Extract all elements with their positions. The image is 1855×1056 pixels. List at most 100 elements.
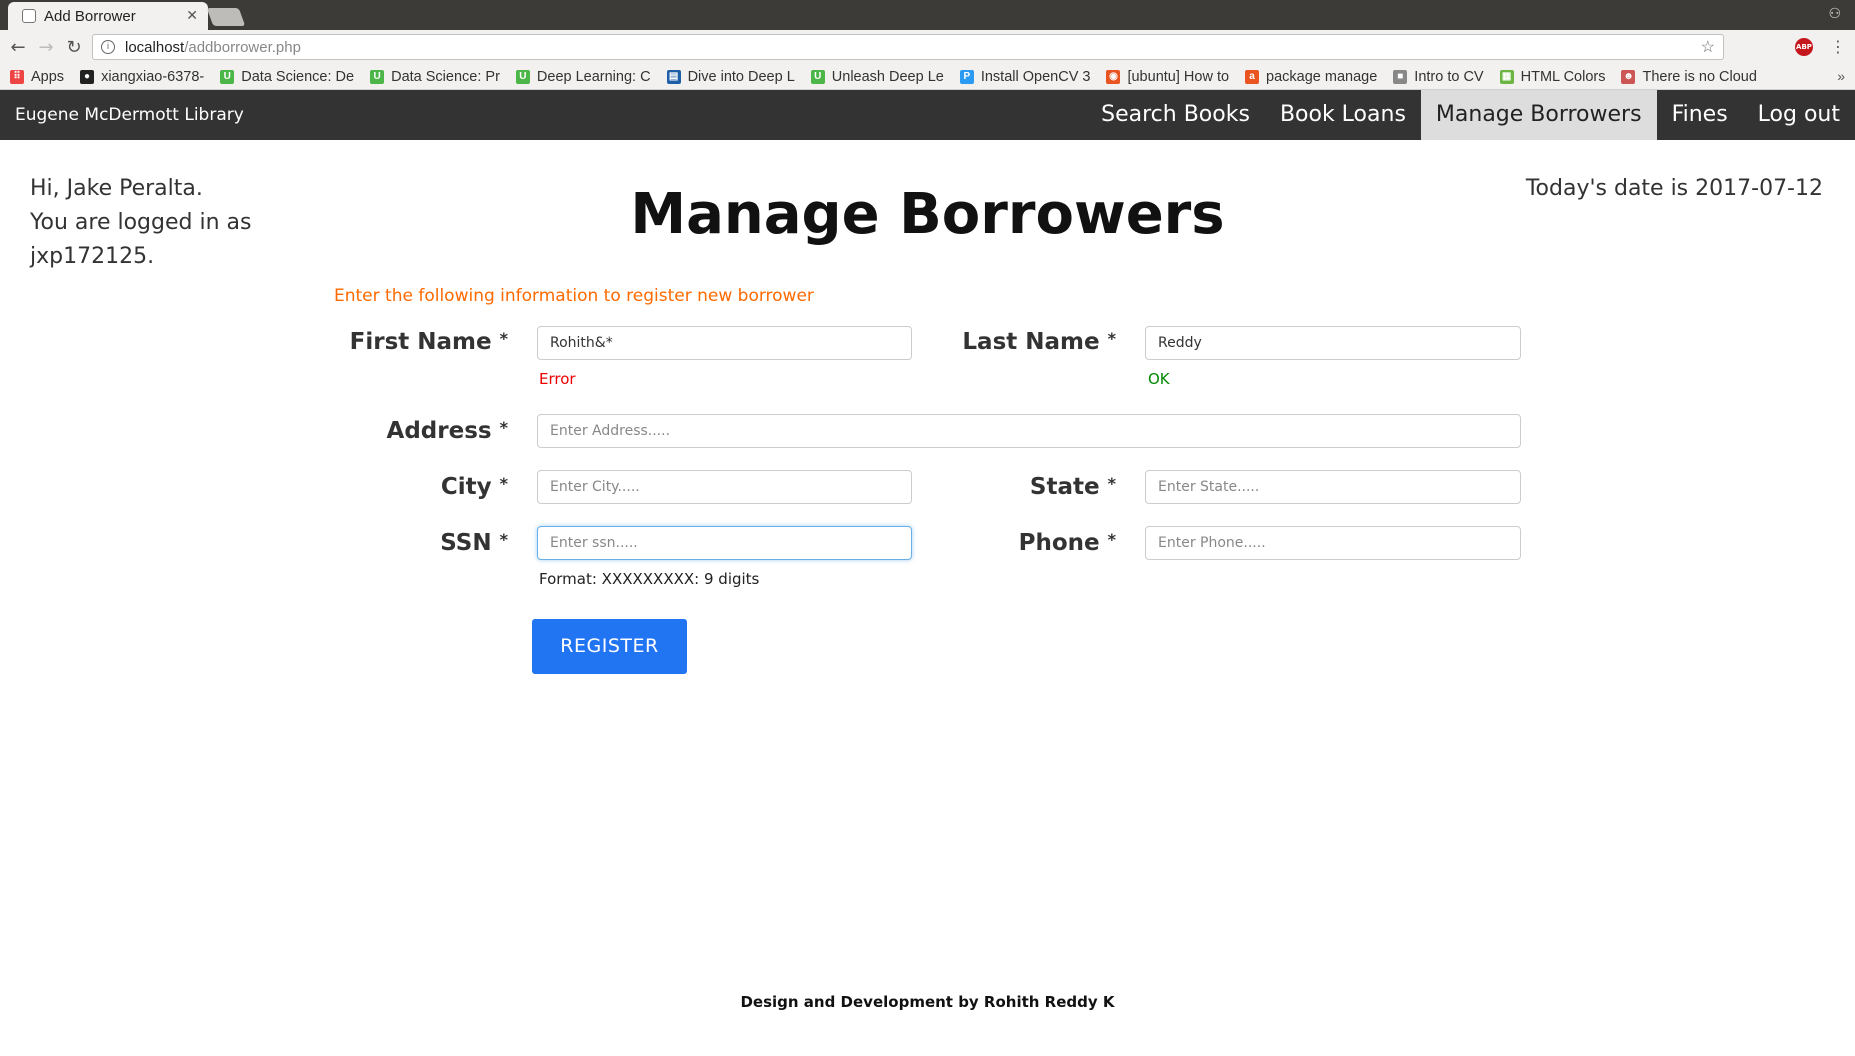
- required-mark: *: [499, 418, 508, 437]
- address-label: Address *: [387, 418, 508, 444]
- required-mark: *: [1107, 329, 1116, 348]
- page-footer: Design and Development by Rohith Reddy K: [740, 993, 1115, 1011]
- required-mark: *: [1107, 530, 1116, 549]
- first-name-status: Error: [539, 370, 576, 388]
- new-tab-button[interactable]: [206, 8, 246, 26]
- ssn-label: SSN *: [440, 530, 508, 556]
- city-label: City *: [441, 474, 508, 500]
- bookmark-item[interactable]: U Unleash Deep Le: [810, 68, 944, 85]
- page-title: Manage Borrowers: [630, 182, 1225, 247]
- folder-icon: ■: [1393, 69, 1408, 84]
- bookmark-item[interactable]: ▤ Dive into Deep L: [666, 68, 795, 85]
- bookmark-label: Unleash Deep Le: [831, 68, 944, 85]
- bookmark-item[interactable]: U Data Science: De: [220, 69, 354, 85]
- bookmark-label: Data Science: De: [241, 68, 355, 85]
- required-mark: *: [499, 474, 508, 493]
- required-mark: *: [499, 329, 508, 348]
- last-name-status: OK: [1148, 370, 1170, 388]
- tab-close-icon[interactable]: ✕: [186, 8, 198, 24]
- nav-log-out[interactable]: Log out: [1743, 90, 1855, 140]
- github-icon: ●: [80, 69, 95, 84]
- udacity-icon: U: [810, 69, 825, 84]
- bookmark-item[interactable]: ◉ [ubuntu] How to: [1106, 69, 1229, 85]
- bookmark-label: [ubuntu] How to: [1127, 68, 1230, 85]
- adblock-extension-icon[interactable]: ABP: [1795, 38, 1813, 56]
- udacity-icon: U: [370, 69, 385, 84]
- apps-grid-icon: ⠿: [10, 69, 24, 84]
- color-swatch-icon: ▦: [1499, 69, 1514, 84]
- bookmark-item[interactable]: U Data Science: Pr: [370, 69, 500, 85]
- url-host: localhost: [125, 38, 185, 56]
- app-navbar: Eugene McDermott Library Search Books Bo…: [0, 90, 1855, 140]
- back-arrow-icon[interactable]: ←: [4, 37, 32, 58]
- address-label-text: Address: [386, 418, 492, 444]
- bookmark-item[interactable]: U Deep Learning: C: [515, 68, 651, 85]
- bookmark-item[interactable]: ● xiangxiao-6378-: [80, 69, 204, 85]
- nav-manage-borrowers[interactable]: Manage Borrowers: [1420, 90, 1657, 140]
- state-input[interactable]: Enter State.....: [1145, 470, 1521, 504]
- bookmark-label: Deep Learning: C: [536, 68, 651, 85]
- first-name-label-text: First Name: [349, 329, 492, 355]
- ssn-label-text: SSN: [440, 530, 492, 556]
- register-button[interactable]: REGISTER: [532, 619, 687, 674]
- bookmark-item[interactable]: P Install OpenCV 3: [959, 68, 1091, 85]
- forward-arrow-icon[interactable]: →: [32, 37, 60, 58]
- last-name-label-text: Last Name: [962, 329, 1100, 355]
- bookmark-label: There is no Cloud: [1642, 68, 1757, 85]
- nav-book-loans[interactable]: Book Loans: [1265, 90, 1421, 140]
- last-name-input[interactable]: Reddy: [1145, 326, 1521, 360]
- form-instructions: Enter the following information to regis…: [334, 286, 814, 306]
- address-input[interactable]: Enter Address.....: [537, 414, 1521, 448]
- bookmark-item[interactable]: ⠿ Apps: [10, 69, 64, 85]
- bookmark-item[interactable]: a package manage: [1245, 69, 1377, 85]
- site-info-icon[interactable]: i: [101, 40, 115, 54]
- url-path: /addborrower.php: [184, 38, 301, 56]
- ssn-format-hint: Format: XXXXXXXXX: 9 digits: [539, 570, 760, 588]
- first-name-label: First Name *: [350, 329, 508, 355]
- bookmark-item[interactable]: ☻ There is no Cloud: [1621, 68, 1757, 85]
- tab-title: Add Borrower: [44, 7, 136, 25]
- ssn-input[interactable]: Enter ssn.....: [537, 526, 912, 560]
- first-name-input[interactable]: Rohith&*: [537, 326, 912, 360]
- bookmark-label: Data Science: Pr: [391, 68, 500, 85]
- phone-label: Phone *: [1019, 530, 1116, 556]
- address-bar[interactable]: i localhost/addborrower.php ☆: [92, 34, 1724, 60]
- profile-icon[interactable]: ⚇: [1828, 6, 1841, 22]
- bookmark-item[interactable]: ■ Intro to CV: [1393, 69, 1484, 85]
- askubuntu-icon: a: [1245, 69, 1260, 84]
- bookmark-label: Install OpenCV 3: [980, 68, 1091, 85]
- bookmark-label: package manage: [1266, 68, 1378, 85]
- ubuntu-icon: ◉: [1106, 69, 1121, 84]
- nav-search-books[interactable]: Search Books: [1086, 90, 1265, 140]
- phone-input[interactable]: Enter Phone.....: [1145, 526, 1521, 560]
- bookmark-item[interactable]: ▦ HTML Colors: [1499, 69, 1605, 85]
- bookmark-label: Apps: [31, 68, 65, 85]
- reload-icon[interactable]: ↻: [60, 37, 88, 58]
- phone-label-text: Phone: [1018, 530, 1100, 556]
- state-label-text: State: [1029, 474, 1100, 500]
- udacity-icon: U: [220, 69, 235, 84]
- bookmark-label: xiangxiao-6378-: [101, 68, 205, 85]
- brand-link[interactable]: Eugene McDermott Library: [15, 90, 244, 140]
- browser-menu-icon[interactable]: ⋮: [1830, 37, 1846, 56]
- city-label-text: City: [440, 474, 492, 500]
- book-icon: ▤: [666, 69, 681, 84]
- nav-links: Search Books Book Loans Manage Borrowers…: [1086, 90, 1855, 140]
- bookmarks-overflow-icon[interactable]: »: [1837, 68, 1845, 84]
- required-mark: *: [499, 530, 508, 549]
- bookmark-label: Dive into Deep L: [687, 68, 795, 85]
- city-input[interactable]: Enter City.....: [537, 470, 912, 504]
- browser-tabstrip: Add Borrower ✕ ⚇: [0, 0, 1855, 30]
- page-favicon-icon: [22, 9, 36, 23]
- mascot-icon: ☻: [1621, 69, 1636, 84]
- nav-fines[interactable]: Fines: [1657, 90, 1743, 140]
- bookmarks-bar: ⠿ Apps ● xiangxiao-6378- U Data Science: De U D…: [0, 64, 1855, 90]
- bookmark-star-icon[interactable]: ☆: [1701, 37, 1715, 57]
- browser-toolbar: ← → ↻ i localhost/addborrower.php ☆ ABP …: [0, 30, 1855, 64]
- last-name-label: Last Name *: [962, 329, 1116, 355]
- required-mark: *: [1107, 474, 1116, 493]
- browser-tab[interactable]: Add Borrower ✕: [8, 2, 208, 30]
- p-circle-icon: P: [959, 69, 974, 84]
- state-label: State *: [1030, 474, 1116, 500]
- udacity-icon: U: [515, 69, 530, 84]
